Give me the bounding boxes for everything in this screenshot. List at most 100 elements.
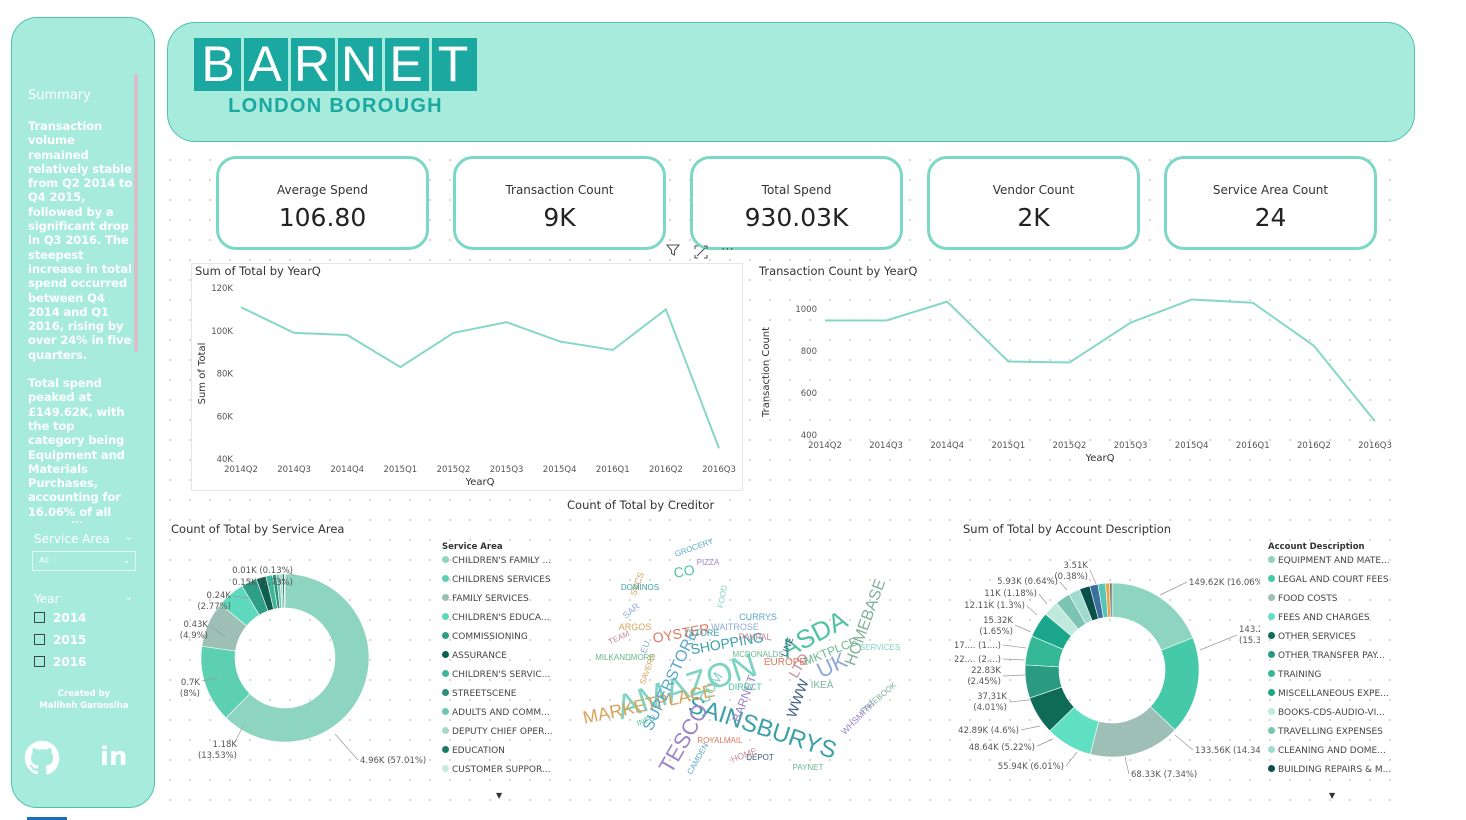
data-label: (4.01%) (973, 703, 1007, 713)
word-cloud-word: GROCERY (674, 536, 716, 558)
year-checkbox-2015[interactable]: 2015 (34, 633, 86, 649)
legend-item[interactable]: LEGAL AND COURT FEES (1268, 575, 1389, 585)
legend-item[interactable]: ADULTS AND COMM... (442, 708, 550, 718)
legend-item[interactable]: MISCELLANEOUS EXPE... (1268, 689, 1389, 699)
legend-label: BOOKS-CDS-AUDIO-VI... (1278, 708, 1385, 718)
x-tick-label: 2014Q2 (224, 465, 258, 475)
legend-scroll-down-icon[interactable]: ▼ (496, 791, 502, 800)
legend-item[interactable]: CHILDREN'S SERVIC... (442, 670, 550, 680)
legend-item[interactable]: CHILDREN'S EDUCA... (442, 613, 549, 623)
leader-line (1002, 674, 1026, 677)
legend-item[interactable]: ASSURANCE (442, 651, 507, 661)
legend-label: COMMISSIONING (452, 632, 528, 642)
barnet-logo: B A R N E T (194, 38, 477, 91)
more-options-icon[interactable]: ⋯ (721, 242, 735, 257)
chevron-down-icon[interactable]: ⌄ (124, 530, 133, 543)
kpi-value: 24 (1254, 203, 1287, 232)
data-label: 0.7K (181, 678, 201, 688)
data-label: 1.18K (213, 740, 238, 750)
legend-item[interactable]: CHILDRENS SERVICES (442, 575, 551, 585)
legend-item[interactable]: TRAINING (1268, 670, 1321, 680)
donut-chart-service-area[interactable]: 4.96K (57.01%) 1.18K(13.53%) 0.7K(8%) 0.43K… (165, 540, 445, 780)
checkbox[interactable] (34, 656, 45, 667)
legend-item[interactable]: EDUCATION (442, 746, 505, 756)
chart-title: Sum of Total by Account Description (963, 522, 1172, 536)
legend-item[interactable]: STREETSCENE (442, 689, 516, 699)
kpi-label: Average Spend (277, 183, 368, 197)
data-label: (2.45%) (967, 677, 1001, 687)
y-tick-label: 800 (801, 347, 817, 357)
kpi-card-transaction-count[interactable]: Transaction Count 9K (453, 156, 666, 250)
legend-item[interactable]: BUILDING REPAIRS & M... (1268, 765, 1391, 775)
year-checkbox-2014[interactable]: 2014 (34, 611, 86, 627)
data-label: (8%) (180, 689, 200, 699)
legend-item[interactable]: FEES AND CHARGES (1268, 613, 1370, 623)
data-label: 55.94K (6.01%) (998, 762, 1064, 772)
legend-item[interactable]: CHILDREN'S FAMILY ... (442, 556, 551, 566)
checkbox[interactable] (34, 634, 45, 645)
dashboard-canvas: Summary Transaction volume remained rela… (0, 0, 1466, 820)
x-tick-label: 2015Q1 (991, 441, 1025, 451)
github-icon[interactable] (24, 740, 60, 780)
legend-label: EQUIPMENT AND MATE... (1278, 556, 1390, 566)
y-tick-label: 80K (217, 370, 234, 380)
word-cloud-word: EUROPE (764, 657, 807, 668)
legend-label: OTHER TRANSFER PAY... (1278, 651, 1385, 661)
legend-item[interactable]: COMMISSIONING (442, 632, 528, 642)
legend-item[interactable]: OTHER SERVICES (1268, 632, 1356, 642)
data-label: 22.... (2....) (955, 655, 1001, 665)
legend-label: BUILDING REPAIRS & M... (1278, 765, 1392, 775)
legend-item[interactable]: FOOD COSTS (1268, 594, 1337, 604)
chart-title: Count of Total by Creditor (567, 498, 715, 512)
x-axis-title: YearQ (1084, 453, 1114, 464)
kpi-card-total-spend[interactable]: Total Spend 930.03K (690, 156, 903, 250)
legend-scroll-down-icon[interactable]: ▼ (1329, 791, 1335, 800)
line-chart-sum-total[interactable]: 120K 100K 80K 60K 40K2014Q2 2014Q3 2014Q4 2015Q… (191, 263, 743, 491)
kpi-card-average-spend[interactable]: Average Spend 106.80 (216, 156, 429, 250)
word-cloud-word: IKEA (811, 680, 834, 691)
donut-slice (1111, 582, 1194, 651)
donut-chart-account-description[interactable]: 149.62K (16.06%) 143.27K(15.38%) 133.56K (… (955, 540, 1260, 790)
x-axis-title: YearQ (464, 477, 494, 488)
legend-title: Account Description (1268, 542, 1365, 552)
checkbox[interactable] (34, 612, 45, 623)
data-label: 5.93K (0.64%) (997, 577, 1058, 587)
data-label: 133.56K (14.34%) (1195, 746, 1260, 756)
leader-line (1038, 593, 1048, 605)
summary-text[interactable]: Transaction volume remained relatively s… (28, 119, 134, 523)
chevron-down-icon[interactable]: ⌄ (124, 590, 133, 603)
x-tick-label: 2015Q2 (437, 465, 471, 475)
filter-icon[interactable] (665, 243, 681, 261)
legend-label: ASSURANCE (452, 651, 507, 661)
word-cloud-creditor[interactable]: AMAZONSAINSBURYSASDAUKMARKETPLACETESCOSU… (570, 515, 915, 795)
kpi-card-vendor-count[interactable]: Vendor Count 2K (927, 156, 1140, 250)
focus-mode-icon[interactable] (694, 244, 708, 263)
sidebar-panel: Summary Transaction volume remained rela… (11, 17, 155, 808)
legend-label: ADULTS AND COMM... (452, 708, 550, 718)
legend-item[interactable]: CLEANING AND DOME... (1268, 746, 1386, 756)
service-area-dropdown[interactable]: All ⌄ (32, 551, 136, 571)
kpi-label: Transaction Count (505, 183, 614, 197)
legend-item[interactable]: OTHER TRANSFER PAY... (1268, 651, 1385, 661)
linkedin-icon[interactable]: in (100, 742, 127, 772)
x-tick-label: 2014Q3 (869, 441, 903, 451)
data-label: (15.38%) (1239, 636, 1260, 646)
word-cloud-word: SERVICES (860, 643, 900, 652)
legend-item[interactable]: BOOKS-CDS-AUDIO-VI... (1268, 708, 1385, 718)
legend-item[interactable]: EQUIPMENT AND MATE... (1268, 556, 1390, 566)
leader-line (1059, 581, 1068, 591)
leader-line (1036, 738, 1054, 747)
legend-item[interactable]: TRAVELLING EXPENSES (1268, 727, 1383, 737)
year-checkbox-2016[interactable]: 2016 (34, 655, 86, 671)
x-tick-label: 2014Q3 (277, 465, 311, 475)
legend-label: STREETSCENE (452, 689, 517, 699)
line-chart-transaction-count[interactable]: 1000 800 600 4002014Q2 2014Q3 2014Q4 2015Q1 201… (755, 263, 1395, 468)
legend-swatch (442, 651, 449, 658)
legend-item[interactable]: FAMILY SERVICES (442, 594, 529, 604)
data-label: (2.77%) (197, 602, 231, 612)
legend-swatch (1268, 651, 1275, 658)
kpi-card-service-area-count[interactable]: Service Area Count 24 (1164, 156, 1377, 250)
legend-item[interactable]: DEPUTY CHIEF OPER... (442, 727, 553, 737)
summary-scrollbar[interactable] (134, 74, 138, 352)
legend-item[interactable]: CUSTOMER SUPPOR... (442, 765, 551, 775)
